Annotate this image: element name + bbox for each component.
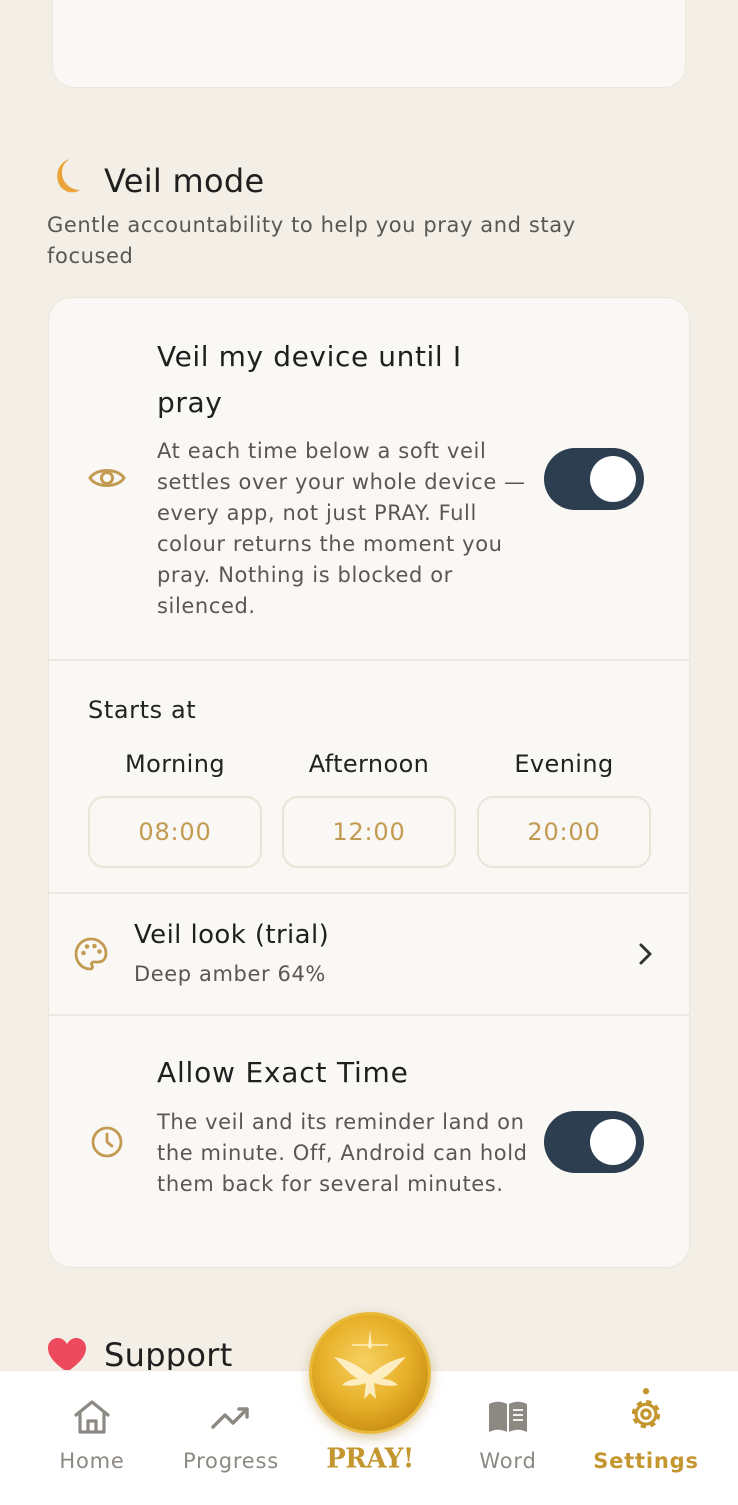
- section-subtitle: Gentle accountability to help you pray a…: [47, 213, 576, 268]
- clock-icon: [87, 1122, 127, 1162]
- home-icon: [74, 1400, 110, 1434]
- veil-settings-card: Veil my device until I pray At each time…: [48, 297, 690, 1268]
- exact-time-toggle[interactable]: [544, 1111, 644, 1173]
- book-icon: [489, 1401, 527, 1432]
- chevron-right-icon: [639, 943, 652, 965]
- section-title: Veil mode: [104, 161, 265, 200]
- divider: [49, 659, 689, 661]
- exact-time-description: The veil and its reminder land on the mi…: [157, 1110, 528, 1196]
- crescent-moon-icon: [48, 156, 96, 205]
- toggle-knob: [590, 1119, 636, 1165]
- nav-label: Home: [59, 1449, 125, 1473]
- slot-label-evening: Evening: [514, 750, 614, 778]
- nav-label: Word: [479, 1449, 537, 1473]
- veil-device-description: At each time below a soft veil settles o…: [157, 439, 526, 618]
- nav-label: Progress: [182, 1449, 280, 1473]
- nav-word[interactable]: Word: [438, 1371, 578, 1505]
- nav-progress[interactable]: Progress: [161, 1371, 301, 1505]
- veil-look-row[interactable]: [49, 894, 689, 1014]
- veil-device-toggle[interactable]: [544, 448, 644, 510]
- trending-up-icon: [211, 1407, 249, 1429]
- divider: [49, 1014, 689, 1016]
- gear-icon: [631, 1388, 661, 1429]
- eye-icon: [87, 458, 127, 498]
- settings-screen: Veil mode Gentle accountability to help …: [0, 0, 738, 1505]
- veil-mode-header: Veil mode: [48, 156, 265, 205]
- afternoon-time-picker[interactable]: 12:00: [282, 796, 456, 868]
- morning-time-picker[interactable]: 08:00: [88, 796, 262, 868]
- dove-icon: [334, 1329, 406, 1399]
- veil-look-subtitle: Deep amber 64%: [134, 962, 326, 986]
- slot-label-afternoon: Afternoon: [308, 750, 430, 778]
- pray-button[interactable]: [309, 1312, 431, 1434]
- veil-device-title: Veil my device until I pray: [157, 340, 462, 419]
- evening-time-picker[interactable]: 20:00: [477, 796, 651, 868]
- support-header: Support: [46, 1336, 233, 1374]
- toggle-knob: [590, 456, 636, 502]
- slot-label-morning: Morning: [125, 750, 225, 778]
- palette-icon: [71, 934, 111, 974]
- pray-label: PRAY!: [326, 1443, 414, 1475]
- nav-home[interactable]: Home: [22, 1371, 162, 1505]
- heart-icon: [48, 1338, 86, 1372]
- previous-section-card: [52, 0, 686, 88]
- support-title: Support: [104, 1336, 233, 1374]
- starts-at-label: Starts at: [88, 696, 197, 724]
- veil-look-title: Veil look (trial): [134, 920, 330, 950]
- exact-time-title: Allow Exact Time: [157, 1056, 409, 1089]
- nav-label: Settings: [593, 1449, 699, 1473]
- nav-settings[interactable]: Settings: [576, 1371, 716, 1505]
